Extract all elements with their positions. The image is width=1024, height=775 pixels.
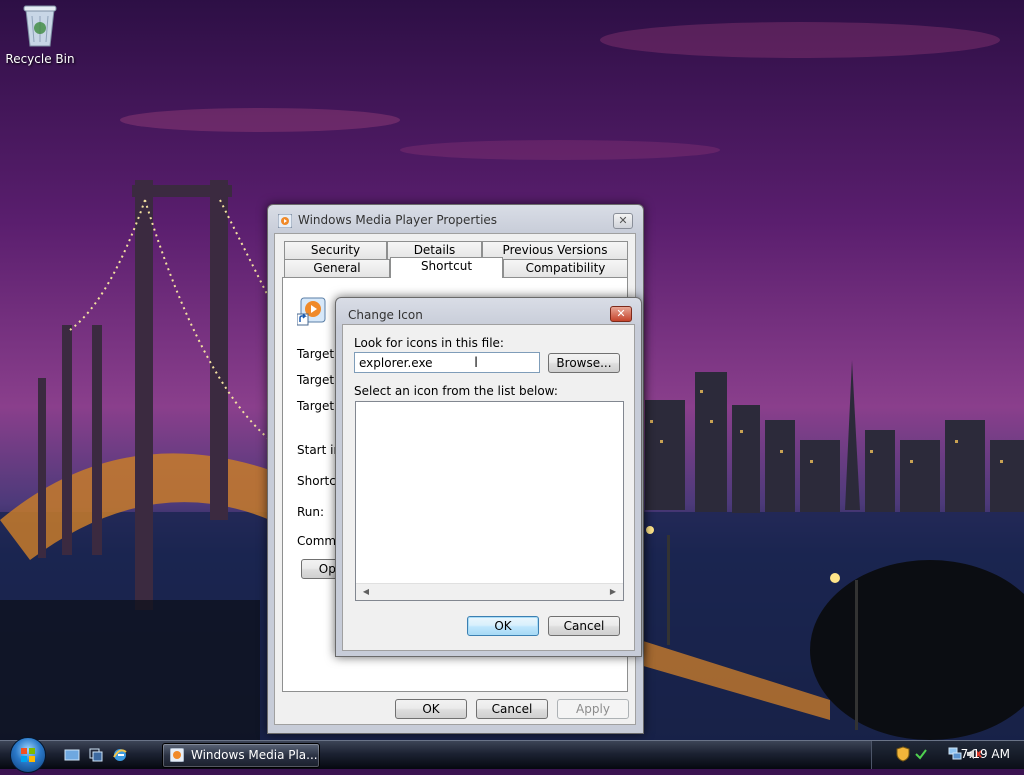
change-icon-ok-button[interactable]: OK [467, 616, 539, 636]
shortcut-app-icon [297, 297, 326, 326]
switch-windows-icon[interactable] [88, 747, 104, 763]
recycle-bin[interactable]: Recycle Bin [4, 2, 76, 66]
network-check-icon[interactable] [914, 747, 928, 761]
icon-list-horizontal-scrollbar[interactable]: ◀ ▶ [356, 583, 623, 600]
properties-titlebar[interactable]: Windows Media Player Properties ✕ [268, 205, 643, 233]
tab-previous-versions[interactable]: Previous Versions [482, 241, 628, 259]
tab-general[interactable]: General [284, 259, 390, 277]
change-icon-dialog: Change Icon ✕ Look for icons in this fil… [335, 297, 642, 657]
properties-apply-button[interactable]: Apply [557, 699, 629, 719]
media-player-icon [170, 748, 184, 762]
change-icon-title: Change Icon [348, 308, 423, 322]
change-icon-close-button[interactable]: ✕ [610, 306, 632, 322]
recycle-bin-label: Recycle Bin [5, 52, 75, 66]
change-icon-client: Look for icons in this file: explorer.ex… [342, 324, 635, 651]
close-icon: ✕ [618, 214, 628, 227]
properties-close-button[interactable]: ✕ [613, 213, 633, 229]
recycle-bin-icon [23, 5, 57, 47]
task-button-media-player-properties[interactable]: Windows Media Pla... [162, 743, 320, 768]
scroll-right-icon[interactable]: ▶ [605, 584, 621, 600]
properties-ok-button[interactable]: OK [395, 699, 467, 719]
show-desktop-icon[interactable] [64, 747, 80, 763]
file-label: Look for icons in this file: [354, 336, 504, 350]
tab-security[interactable]: Security [284, 241, 387, 259]
close-icon: ✕ [616, 307, 626, 320]
task-button-label: Windows Media Pla... [191, 748, 318, 762]
system-tray: 7:19 AM [871, 741, 1024, 769]
media-player-icon [278, 214, 292, 228]
tab-shortcut[interactable]: Shortcut [390, 257, 503, 278]
change-icon-titlebar[interactable]: Change Icon ✕ [336, 298, 641, 326]
icon-list-label: Select an icon from the list below: [354, 384, 558, 398]
icon-list[interactable]: ◀ ▶ [355, 401, 624, 601]
clock[interactable]: 7:19 AM [961, 747, 1010, 761]
windows-logo-icon [21, 748, 35, 762]
target-label: Target: [297, 399, 339, 413]
text-cursor-icon: I [474, 355, 479, 371]
tab-compatibility[interactable]: Compatibility [503, 259, 628, 277]
internet-explorer-icon[interactable] [112, 747, 128, 763]
run-label: Run: [297, 505, 325, 519]
scroll-left-icon[interactable]: ◀ [358, 584, 374, 600]
properties-cancel-button[interactable]: Cancel [476, 699, 548, 719]
change-icon-cancel-button[interactable]: Cancel [548, 616, 620, 636]
shield-icon[interactable] [896, 746, 910, 762]
browse-button[interactable]: Browse... [548, 353, 620, 373]
properties-title: Windows Media Player Properties [298, 213, 498, 227]
taskbar: Windows Media Pla... 7:19 AM [0, 737, 1024, 773]
icon-file-input[interactable]: explorer.exe [354, 352, 540, 373]
